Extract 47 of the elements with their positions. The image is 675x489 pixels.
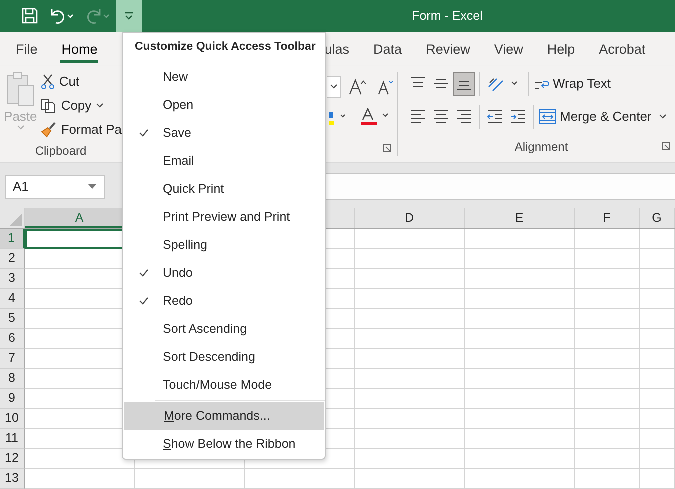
group-label: Alignment <box>514 140 568 156</box>
menu-title: Customize Quick Access Toolbar <box>134 40 317 55</box>
menu-item[interactable]: Email <box>123 147 325 175</box>
menu-item[interactable]: Touch/Mouse Mode <box>123 371 325 399</box>
row-header[interactable]: 7 <box>0 349 25 369</box>
row-header[interactable]: 2 <box>0 249 25 269</box>
ribbon-tab[interactable]: View <box>482 35 536 63</box>
menu-item[interactable]: Quick Print <box>123 175 325 203</box>
menu-item[interactable]: Redo <box>123 287 325 315</box>
row-header[interactable]: 8 <box>0 369 25 389</box>
menu-item[interactable]: Spelling <box>123 231 325 259</box>
window-title: Form - Excel <box>411 9 484 23</box>
row-header[interactable]: 1 <box>0 229 25 249</box>
row-header[interactable]: 3 <box>0 269 25 289</box>
ribbon-tab[interactable]: Home <box>50 35 110 63</box>
menu-item[interactable]: More Commands... <box>124 402 324 430</box>
row-header[interactable]: 12 <box>0 449 25 469</box>
column-header[interactable]: E <box>465 208 575 228</box>
format-painter-button[interactable]: Format Pa <box>41 118 122 141</box>
menu-item[interactable]: Sort Descending <box>123 343 325 371</box>
wrap-text-button[interactable]: Wrap Text <box>534 72 612 95</box>
menu-item[interactable]: Save <box>123 119 325 147</box>
menu-item[interactable]: Sort Ascending <box>123 315 325 343</box>
merge-center-button[interactable]: Merge & Center <box>539 105 667 128</box>
ribbon-tab[interactable]: Review <box>414 35 482 63</box>
name-box[interactable]: A1 <box>5 174 105 198</box>
cut-button[interactable]: Cut <box>41 70 122 93</box>
row-header[interactable]: 10 <box>0 409 25 429</box>
row-header[interactable]: 9 <box>0 389 25 409</box>
menu-item[interactable]: New <box>123 63 325 91</box>
copy-button[interactable]: Copy <box>41 94 122 117</box>
row-header[interactable]: 13 <box>0 469 25 489</box>
menu-item[interactable]: Undo <box>123 259 325 287</box>
column-header[interactable]: F <box>575 208 640 228</box>
menu-item[interactable]: Open <box>123 91 325 119</box>
row-header[interactable]: 5 <box>0 309 25 329</box>
menu-item[interactable]: Show Below the Ribbon <box>123 430 325 458</box>
row-header[interactable]: 11 <box>0 429 25 449</box>
ribbon-tab[interactable]: Acrobat <box>587 35 658 63</box>
row-header[interactable]: 6 <box>0 329 25 349</box>
column-header[interactable]: G <box>640 208 675 228</box>
ribbon-tab[interactable]: File <box>0 35 50 63</box>
ribbon-tab[interactable]: Help <box>535 35 588 63</box>
row-header[interactable]: 4 <box>0 289 25 309</box>
ribbon-tab[interactable]: Data <box>362 35 414 63</box>
group-label: Clipboard <box>34 144 88 160</box>
column-header[interactable]: D <box>355 208 465 228</box>
